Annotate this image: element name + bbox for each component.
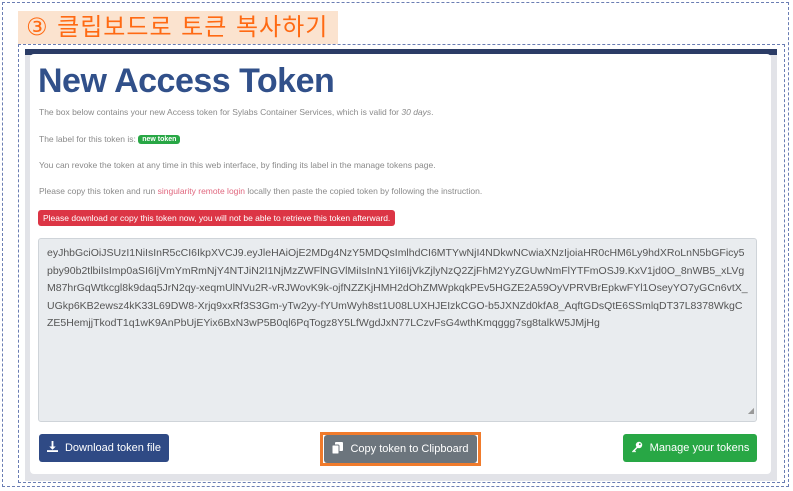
intro-text: The box below contains your new Access t… (39, 107, 434, 117)
step-banner: ③ 클립보드로 토큰 복사하기 (18, 11, 339, 44)
copy-instruction-text: Please copy this token and run singulari… (39, 186, 482, 196)
manage-tokens-button[interactable]: Manage your tokens (623, 434, 757, 462)
intro-suffix: . (431, 107, 434, 117)
singularity-command-link[interactable]: singularity remote login (158, 186, 245, 196)
label-text: The label for this token is: new token (39, 134, 181, 144)
copy-suffix: locally then paste the copied token by f… (245, 186, 483, 196)
page-title: New Access Token (38, 62, 335, 100)
intro-validity: 30 days (401, 107, 432, 117)
download-token-button[interactable]: Download token file (39, 434, 169, 462)
copy-token-button[interactable]: Copy token to Clipboard (324, 435, 477, 463)
copy-button-label: Copy token to Clipboard (350, 443, 469, 455)
download-button-label: Download token file (64, 442, 161, 454)
manage-button-label: Manage your tokens (649, 442, 750, 454)
resize-handle-icon[interactable]: ◢ (748, 402, 754, 420)
revoke-text: You can revoke the token at any time in … (39, 160, 436, 170)
token-textarea[interactable]: eyJhbGciOiJSUzI1NiIsInR5cCI6IkpXVCJ9.eyJ… (38, 238, 757, 422)
key-icon (631, 441, 643, 456)
label-prefix: The label for this token is: (39, 134, 139, 144)
token-label-badge: new token (138, 135, 181, 144)
warning-alert: Please download or copy this token now, … (38, 210, 396, 226)
copy-prefix: Please copy this token and run (39, 186, 158, 196)
download-icon (46, 441, 58, 455)
token-value: eyJhbGciOiJSUzI1NiIsInR5cCI6IkpXVCJ9.eyJ… (47, 247, 748, 329)
intro-prefix: The box below contains your new Access t… (39, 107, 402, 117)
copy-icon (331, 441, 344, 457)
